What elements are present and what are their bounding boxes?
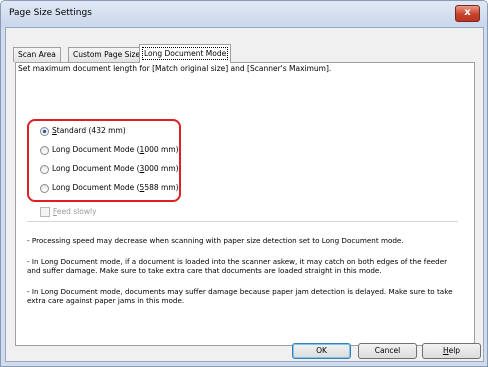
page-size-settings-dialog: Page Size Settings x Scan Area Custom Pa…: [0, 0, 488, 367]
tab-scan-area[interactable]: Scan Area: [13, 47, 61, 62]
option-label: Standard (432 mm): [52, 126, 126, 135]
option-long-5588mm[interactable]: Long Document Mode (5588 mm): [40, 182, 179, 194]
option-long-1000mm[interactable]: Long Document Mode (1000 mm): [40, 144, 179, 156]
note-paper-jam: - In Long Document mode, documents may s…: [27, 287, 453, 305]
tab-label: Custom Page Size: [73, 50, 141, 59]
feed-slowly-label: Feed slowly: [53, 207, 97, 216]
tab-label: Scan Area: [18, 50, 56, 59]
option-long-3000mm[interactable]: Long Document Mode (3000 mm): [40, 163, 179, 175]
close-icon: x: [464, 7, 471, 18]
dialog-client-area: Scan Area Custom Page Size Long Document…: [5, 27, 484, 362]
tab-long-document-mode[interactable]: Long Document Mode: [139, 44, 232, 63]
radio-button-icon[interactable]: [40, 164, 49, 174]
radio-button-icon[interactable]: [40, 183, 49, 193]
option-label: Long Document Mode (5588 mm): [52, 183, 179, 192]
radio-button-icon[interactable]: [40, 145, 49, 155]
tab-custom-page-size[interactable]: Custom Page Size: [68, 47, 146, 62]
feed-slowly-checkbox[interactable]: Feed slowly: [40, 206, 97, 217]
panel-description: Set maximum document length for [Match o…: [18, 64, 332, 73]
cancel-button[interactable]: Cancel: [358, 343, 417, 359]
checkbox-icon[interactable]: [40, 207, 50, 217]
note-skew-damage: - In Long Document mode, if a document i…: [27, 257, 448, 275]
help-button[interactable]: Help: [422, 343, 481, 359]
dialog-title: Page Size Settings: [9, 8, 92, 18]
radio-button-selected-icon[interactable]: [40, 126, 49, 136]
separator: [27, 221, 458, 222]
option-label: Long Document Mode (1000 mm): [52, 145, 179, 154]
option-label: Long Document Mode (3000 mm): [52, 164, 179, 173]
close-button[interactable]: x: [455, 5, 480, 22]
title-bar[interactable]: Page Size Settings x: [1, 1, 487, 27]
tab-label: Long Document Mode: [141, 47, 229, 60]
ok-button[interactable]: OK: [292, 343, 351, 359]
option-standard[interactable]: Standard (432 mm): [40, 125, 126, 137]
note-processing-speed: - Processing speed may decrease when sca…: [27, 236, 404, 245]
